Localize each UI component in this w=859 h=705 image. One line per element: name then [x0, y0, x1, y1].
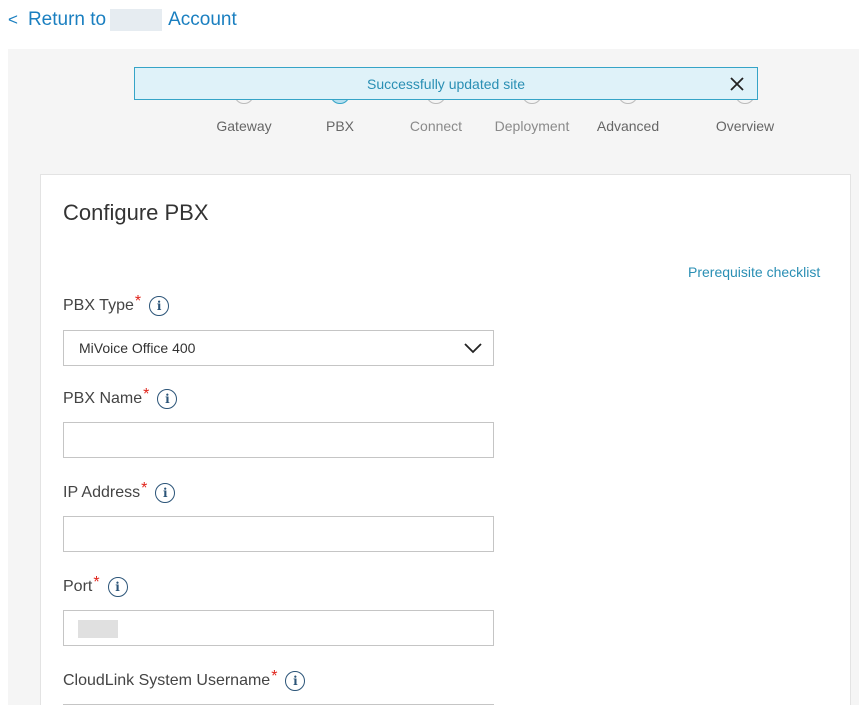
pbx-type-label-text: PBX Type [63, 297, 134, 314]
chevron-left-icon: < [8, 10, 18, 29]
step-label-gateway[interactable]: Gateway [216, 118, 271, 134]
chevron-down-icon [463, 340, 483, 356]
pbx-name-label: PBX Name * i [63, 386, 178, 409]
cloudlink-username-label: CloudLink System Username * i [63, 668, 306, 691]
step-label-deployment[interactable]: Deployment [495, 118, 570, 134]
required-mark: * [134, 293, 142, 310]
close-icon[interactable] [727, 74, 747, 94]
pbx-type-label: PBX Type * i [63, 293, 170, 316]
port-label: Port * i [63, 574, 128, 597]
toast-message: Successfully updated site [367, 75, 525, 92]
ip-address-label-text: IP Address [63, 484, 141, 501]
return-suffix: Account [168, 9, 237, 30]
ip-address-input[interactable] [63, 516, 494, 552]
port-label-text: Port [63, 578, 93, 595]
pbx-type-select[interactable]: MiVoice Office 400 [63, 330, 494, 366]
port-input[interactable] [63, 610, 494, 646]
info-icon[interactable]: i [149, 296, 170, 316]
required-mark: * [143, 386, 150, 403]
return-to-account-link[interactable]: < Return to Account [8, 8, 237, 32]
pbx-type-value: MiVoice Office 400 [79, 340, 196, 356]
success-toast: Successfully updated site [134, 67, 758, 100]
return-prefix: Return to [27, 9, 107, 30]
info-icon[interactable]: i [155, 483, 176, 503]
required-mark: * [93, 574, 100, 591]
redacted-account-name [110, 9, 163, 31]
required-mark: * [141, 480, 148, 497]
info-icon[interactable]: i [107, 577, 128, 597]
ip-address-label: IP Address * i [63, 480, 176, 503]
info-icon[interactable]: i [285, 671, 306, 691]
info-icon[interactable]: i [157, 389, 178, 409]
step-label-pbx[interactable]: PBX [326, 118, 354, 134]
required-mark: * [271, 668, 278, 685]
top-bar: < Return to Account [0, 0, 859, 42]
prerequisite-checklist-link[interactable]: Prerequisite checklist [688, 264, 820, 280]
page-title: Configure PBX [63, 200, 209, 225]
pbx-name-label-text: PBX Name [63, 390, 143, 407]
pbx-name-input[interactable] [63, 422, 494, 458]
step-label-overview[interactable]: Overview [716, 118, 774, 134]
step-label-connect[interactable]: Connect [410, 118, 462, 134]
cloudlink-username-label-text: CloudLink System Username [63, 672, 271, 689]
redacted-port-value [78, 620, 118, 638]
step-label-advanced[interactable]: Advanced [597, 118, 659, 134]
